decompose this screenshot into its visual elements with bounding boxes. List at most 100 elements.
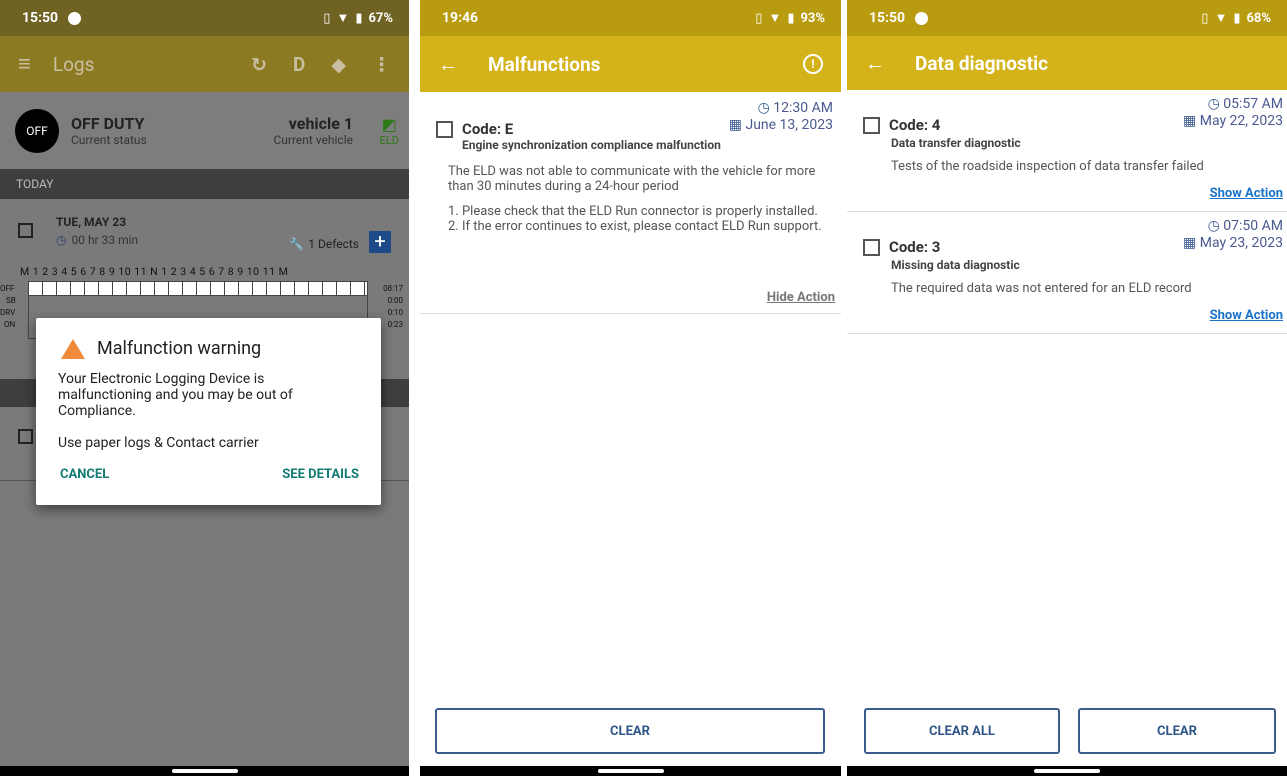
row-label-drv: DRV <box>0 308 16 317</box>
item-checkbox[interactable] <box>863 238 880 256</box>
diagnostic-item[interactable]: Code: 3 Missing data diagnostic The requ… <box>847 212 1287 334</box>
home-indicator[interactable] <box>597 769 664 773</box>
calendar-icon: ▦ <box>728 117 742 133</box>
item-code: Code: 4 <box>889 116 941 134</box>
row-label-off: OFF <box>0 284 15 293</box>
clear-button[interactable]: CLEAR <box>435 708 825 754</box>
item-checkbox[interactable] <box>863 116 880 134</box>
hide-action-link[interactable]: Hide Action <box>767 290 835 305</box>
malfunction-dialog: Malfunction warning Your Electronic Logg… <box>36 318 381 505</box>
diagnostic-item[interactable]: Code: 4 Data transfer diagnostic Tests o… <box>847 90 1287 212</box>
duty-status-letter[interactable]: D <box>293 53 305 76</box>
data-diagnostic-screen: 15:50 ▯ ▼ ▮ 68% ← Data diagnostic Code: … <box>847 0 1287 776</box>
row-label-sb: SB <box>6 296 16 305</box>
vibrate-icon: ▯ <box>1201 10 1209 26</box>
malfunctions-screen: 19:46 ▯ ▼ ▮ 93% ← Malfunctions ! Code: E… <box>420 0 841 776</box>
item-action-1: 1. Please check that the ELD Run connect… <box>448 204 818 219</box>
item-description: The required data was not entered for an… <box>891 281 1192 296</box>
nav-bar <box>847 766 1287 776</box>
day-label: TUE, MAY 23 <box>56 215 127 229</box>
page-title: Logs <box>52 52 95 76</box>
row-value-on: 0:23 <box>387 320 403 329</box>
add-defect-button[interactable]: + <box>369 231 391 253</box>
back-arrow-icon[interactable]: ← <box>865 51 885 76</box>
back-arrow-icon[interactable]: ← <box>438 52 458 77</box>
app-bar: ≡ Logs ↻ D ◆ ⋮ <box>0 36 409 92</box>
sync-icon[interactable]: ↻ <box>251 53 267 76</box>
item-date: May 22, 2023 <box>1199 113 1283 129</box>
status-time: 15:50 <box>22 10 59 26</box>
home-indicator[interactable] <box>171 769 238 773</box>
nav-bar <box>0 766 409 776</box>
location-icon[interactable]: ◆ <box>331 53 346 76</box>
vehicle-sub: Current vehicle <box>273 133 353 147</box>
row-label-on: ON <box>4 320 16 329</box>
info-icon[interactable]: ! <box>803 54 823 74</box>
wifi-icon: ▼ <box>1214 11 1228 26</box>
eld-label: ELD <box>379 133 399 147</box>
status-bar: 19:46 ▯ ▼ ▮ 93% <box>420 0 841 36</box>
app-notification-icon <box>68 11 82 25</box>
item-subtitle: Data transfer diagnostic <box>891 136 1021 150</box>
item-description: The ELD was not able to communicate with… <box>448 164 816 194</box>
wifi-icon: ▼ <box>768 11 782 26</box>
dialog-title: Malfunction warning <box>97 338 262 359</box>
item-description: Tests of the roadside inspection of data… <box>891 159 1204 174</box>
status-sub: Current status <box>71 133 147 147</box>
dialog-message: Your Electronic Logging Device is malfun… <box>58 371 293 419</box>
see-details-button[interactable]: SEE DETAILS <box>282 467 359 482</box>
eld-connection-icon: ◩ <box>381 114 397 134</box>
more-icon[interactable]: ⋮ <box>372 53 391 76</box>
battery-percent: 93% <box>800 10 825 26</box>
show-action-link[interactable]: Show Action <box>1210 308 1283 323</box>
home-indicator[interactable] <box>1034 769 1100 773</box>
status-badge: OFF <box>15 108 59 153</box>
page-title: Malfunctions <box>488 52 601 76</box>
nav-bar <box>420 766 841 776</box>
clear-all-button[interactable]: CLEAR ALL <box>864 708 1060 754</box>
page-title: Data diagnostic <box>915 51 1049 75</box>
item-checkbox[interactable] <box>436 120 453 138</box>
vibrate-icon: ▯ <box>323 10 331 26</box>
battery-icon: ▮ <box>1233 10 1241 26</box>
defects-count[interactable]: 1 Defects <box>308 237 359 251</box>
clock-icon: ◷ <box>757 100 770 116</box>
status-time: 15:50 <box>869 10 906 26</box>
dialog-note: Use paper logs & Contact carrier <box>58 435 259 451</box>
row-value-sb: 0:00 <box>387 296 403 305</box>
item-time: 12:30 AM <box>773 100 833 116</box>
app-notification-icon <box>915 11 929 25</box>
wrench-icon: 🔧 <box>289 237 305 251</box>
status-bar: 15:50 ▯ ▼ ▮ 68% <box>847 0 1287 36</box>
item-time: 07:50 AM <box>1223 218 1283 234</box>
warning-icon <box>61 338 85 359</box>
item-subtitle: Missing data diagnostic <box>891 258 1020 272</box>
duration: 00 hr 33 min <box>71 233 139 247</box>
logs-screen: 15:50 ▯ ▼ ▮ 67% ≡ Logs ↻ D ◆ ⋮ OFF OFF D… <box>0 0 409 776</box>
menu-icon[interactable]: ≡ <box>18 51 31 77</box>
status-label: OFF DUTY <box>71 114 145 133</box>
item-checkbox[interactable] <box>18 429 33 444</box>
clear-button[interactable]: CLEAR <box>1078 708 1276 754</box>
cancel-button[interactable]: CANCEL <box>60 467 109 482</box>
item-date: June 13, 2023 <box>745 117 833 133</box>
item-date: May 23, 2023 <box>1199 235 1283 251</box>
battery-percent: 68% <box>1246 10 1271 26</box>
calendar-icon: ▦ <box>1183 113 1197 129</box>
malfunction-item[interactable]: Code: E Engine synchronization complianc… <box>420 92 841 314</box>
row-value-off: 08:17 <box>383 284 403 293</box>
item-code: Code: E <box>462 120 514 138</box>
vehicle-label: vehicle 1 <box>288 114 353 133</box>
day-checkbox[interactable] <box>18 223 33 238</box>
status-bar: 15:50 ▯ ▼ ▮ 67% <box>0 0 409 36</box>
wifi-icon: ▼ <box>336 11 350 26</box>
current-status-card: OFF OFF DUTY Current status vehicle 1 Cu… <box>0 92 409 169</box>
clock-icon: ◷ <box>1207 218 1220 234</box>
clock-icon: ◷ <box>1207 96 1220 112</box>
app-bar: ← Data diagnostic <box>847 36 1287 90</box>
vibrate-icon: ▯ <box>755 10 763 26</box>
battery-icon: ▮ <box>355 10 363 26</box>
status-time: 19:46 <box>442 10 479 26</box>
today-header: TODAY <box>0 169 409 199</box>
show-action-link[interactable]: Show Action <box>1210 186 1283 201</box>
